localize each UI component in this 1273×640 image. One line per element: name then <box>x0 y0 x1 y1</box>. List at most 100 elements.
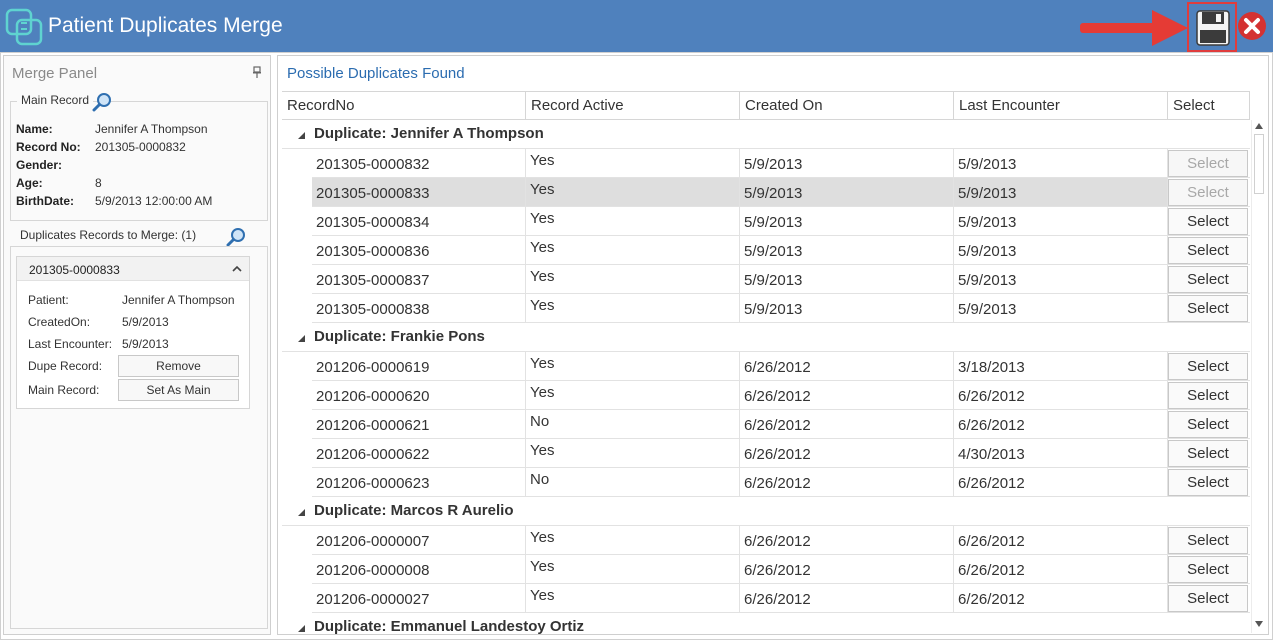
record-active-cell: Yes <box>526 555 740 584</box>
created-on-cell: 5/9/2013 <box>740 236 954 265</box>
select-button[interactable]: Select <box>1168 411 1248 438</box>
scroll-thumb[interactable] <box>1254 134 1264 194</box>
record-no-cell: 201305-0000834 <box>312 207 526 236</box>
column-header-select[interactable]: Select <box>1168 92 1250 119</box>
select-button[interactable]: Select <box>1168 556 1248 583</box>
column-header-recordno[interactable]: RecordNo <box>282 92 526 119</box>
record-active-cell: Yes <box>526 584 740 613</box>
collapse-triangle-icon[interactable] <box>298 509 305 516</box>
select-button[interactable]: Select <box>1168 353 1248 380</box>
collapse-triangle-icon[interactable] <box>298 625 305 632</box>
table-row[interactable]: 201206-0000620 Yes 6/26/2012 6/26/2012 Selec… <box>282 381 1250 410</box>
main-record-label: Main Record: <box>28 383 100 397</box>
cell-text: 6/26/2012 <box>744 562 811 579</box>
cell-text: No <box>530 413 550 430</box>
created-on-cell: 6/26/2012 <box>740 352 954 381</box>
vertical-scrollbar[interactable] <box>1251 120 1265 633</box>
duplicate-record-card: 201305-0000833 Patient: Jennifer A Thomp… <box>16 256 250 409</box>
scroll-up-icon[interactable] <box>1255 123 1263 129</box>
cell-text: 5/9/2013 <box>744 156 803 173</box>
group-row[interactable]: Duplicate: Jennifer A Thompson <box>282 120 1250 149</box>
table-row[interactable]: 201305-0000837 Yes 5/9/2013 5/9/2013 Select <box>282 265 1250 294</box>
cell-text: 4/30/2013 <box>958 446 1025 463</box>
created-on-cell: 6/26/2012 <box>740 526 954 555</box>
table-row[interactable]: 201305-0000836 Yes 5/9/2013 5/9/2013 Select <box>282 236 1250 265</box>
table-row[interactable]: 201206-0000622 Yes 6/26/2012 4/30/2013 Selec… <box>282 439 1250 468</box>
cell-text: 6/26/2012 <box>958 562 1025 579</box>
record-active-cell: No <box>526 468 740 497</box>
table-row[interactable]: 201305-0000833 Yes 5/9/2013 5/9/2013 Select <box>282 178 1250 207</box>
created-on-cell: 6/26/2012 <box>740 468 954 497</box>
table-row[interactable]: 201305-0000832 Yes 5/9/2013 5/9/2013 Select <box>282 149 1250 178</box>
last-encounter-cell: 5/9/2013 <box>954 178 1168 207</box>
column-header-created-on[interactable]: Created On <box>740 92 954 119</box>
record-no-cell: 201305-0000836 <box>312 236 526 265</box>
record-active-cell: Yes <box>526 236 740 265</box>
record-no-cell: 201206-0000622 <box>312 439 526 468</box>
last-encounter-cell: 6/26/2012 <box>954 410 1168 439</box>
search-icon[interactable] <box>92 92 112 112</box>
created-on-cell: 5/9/2013 <box>740 178 954 207</box>
table-row[interactable]: 201206-0000619 Yes 6/26/2012 3/18/2013 Selec… <box>282 352 1250 381</box>
set-as-main-button[interactable]: Set As Main <box>118 379 239 401</box>
record-no-cell: 201206-0000027 <box>312 584 526 613</box>
cell-text: 201206-0000620 <box>316 388 430 405</box>
chevron-up-icon[interactable] <box>232 265 242 273</box>
cell-text: Yes <box>530 384 555 401</box>
record-no-cell: 201206-0000007 <box>312 526 526 555</box>
cell-text: 5/9/2013 <box>744 214 803 231</box>
select-button[interactable]: Select <box>1168 469 1248 496</box>
select-button[interactable]: Select <box>1168 527 1248 554</box>
column-header-last-encounter[interactable]: Last Encounter <box>954 92 1168 119</box>
cell-text: 5/9/2013 <box>744 185 803 202</box>
group-row[interactable]: Duplicate: Marcos R Aurelio <box>282 497 1250 526</box>
select-button[interactable]: Select <box>1168 382 1248 409</box>
select-button[interactable]: Select <box>1168 585 1248 612</box>
close-button[interactable] <box>1237 11 1267 41</box>
remove-button[interactable]: Remove <box>118 355 239 377</box>
cell-text: Yes <box>530 152 555 169</box>
select-button[interactable]: Select <box>1168 208 1248 235</box>
select-button[interactable]: Select <box>1168 266 1248 293</box>
cell-text: Yes <box>530 529 555 546</box>
collapse-triangle-icon[interactable] <box>298 132 305 139</box>
arrow-icon <box>1080 10 1188 46</box>
group-label: Duplicate: Emmanuel Landestoy Ortiz <box>314 618 585 635</box>
created-on-cell: 6/26/2012 <box>740 439 954 468</box>
cell-text: 6/26/2012 <box>958 475 1025 492</box>
search-icon[interactable] <box>226 227 246 247</box>
name-label: Name: <box>16 122 53 136</box>
record-active-cell: Yes <box>526 381 740 410</box>
select-button[interactable]: Select <box>1168 440 1248 467</box>
collapse-triangle-icon[interactable] <box>298 335 305 342</box>
table-row[interactable]: 201305-0000838 Yes 5/9/2013 5/9/2013 Select <box>282 294 1250 323</box>
group-row[interactable]: Duplicate: Frankie Pons <box>282 323 1250 352</box>
column-header-record-active[interactable]: Record Active <box>526 92 740 119</box>
scroll-down-icon[interactable] <box>1255 621 1263 627</box>
duplicate-card-header[interactable]: 201305-0000833 <box>17 257 249 281</box>
last-encounter-value: 5/9/2013 <box>122 337 169 351</box>
record-active-cell: Yes <box>526 526 740 555</box>
cell-text: 5/9/2013 <box>744 272 803 289</box>
created-on-cell: 6/26/2012 <box>740 410 954 439</box>
table-row[interactable]: 201206-0000007 Yes 6/26/2012 6/26/2012 Selec… <box>282 526 1250 555</box>
select-button[interactable]: Select <box>1168 237 1248 264</box>
cell-text: 5/9/2013 <box>744 301 803 318</box>
grid-body: Duplicate: Jennifer A Thompson 201305-000… <box>282 120 1250 635</box>
group-label: Duplicate: Frankie Pons <box>314 328 485 345</box>
cell-text: 5/9/2013 <box>958 156 1017 173</box>
table-row[interactable]: 201305-0000834 Yes 5/9/2013 5/9/2013 Select <box>282 207 1250 236</box>
cell-text: 5/9/2013 <box>958 243 1017 260</box>
group-row[interactable]: Duplicate: Emmanuel Landestoy Ortiz <box>282 613 1250 635</box>
select-button[interactable]: Select <box>1168 295 1248 322</box>
record-no-value: 201305-0000832 <box>95 140 186 154</box>
save-button[interactable] <box>1187 2 1237 52</box>
record-active-cell: Yes <box>526 294 740 323</box>
record-no-cell: 201305-0000837 <box>312 265 526 294</box>
cell-text: 201305-0000836 <box>316 243 430 260</box>
table-row[interactable]: 201206-0000621 No 6/26/2012 6/26/2012 Select <box>282 410 1250 439</box>
table-row[interactable]: 201206-0000623 No 6/26/2012 6/26/2012 Select <box>282 468 1250 497</box>
table-row[interactable]: 201206-0000027 Yes 6/26/2012 6/26/2012 Selec… <box>282 584 1250 613</box>
table-row[interactable]: 201206-0000008 Yes 6/26/2012 6/26/2012 Selec… <box>282 555 1250 584</box>
pin-icon[interactable] <box>252 66 262 78</box>
